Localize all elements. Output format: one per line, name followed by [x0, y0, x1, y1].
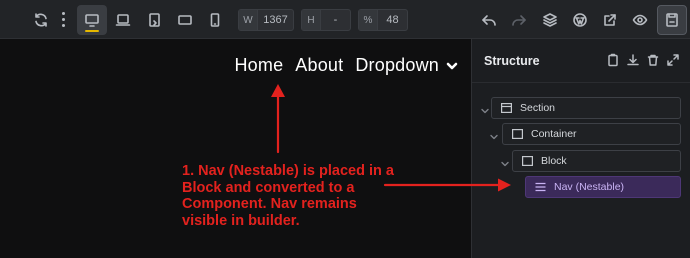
- mobile-breakpoint-button[interactable]: [203, 8, 227, 32]
- width-label: W: [239, 10, 258, 30]
- panel-actions: [600, 53, 680, 67]
- more-options-icon[interactable]: [62, 12, 66, 30]
- external-link-icon[interactable]: [598, 8, 622, 32]
- height-field[interactable]: H -: [301, 9, 351, 31]
- section-icon: [501, 103, 512, 113]
- tree-item-block[interactable]: Block: [512, 150, 681, 172]
- chevron-down-icon[interactable]: [445, 59, 459, 73]
- expand-icon[interactable]: [666, 53, 680, 67]
- download-icon[interactable]: [626, 53, 640, 67]
- clipboard-icon[interactable]: [606, 53, 620, 67]
- scale-label: %: [359, 10, 378, 30]
- block-icon: [522, 156, 533, 166]
- laptop-breakpoint-button[interactable]: [111, 8, 135, 32]
- scale-field[interactable]: % 48: [358, 9, 408, 31]
- chevron-down-icon[interactable]: [480, 103, 490, 114]
- tree-item-label: Container: [531, 128, 577, 140]
- tree-item-label: Block: [541, 155, 567, 167]
- chevron-down-icon[interactable]: [500, 156, 510, 167]
- mobile-icon: [210, 13, 220, 27]
- preview-eye-icon[interactable]: [628, 8, 652, 32]
- container-icon: [512, 129, 523, 139]
- width-field[interactable]: W 1367: [238, 9, 294, 31]
- width-value[interactable]: 1367: [258, 14, 293, 26]
- tree-item-section[interactable]: Section: [491, 97, 681, 119]
- scale-value[interactable]: 48: [378, 14, 407, 26]
- height-value[interactable]: -: [321, 14, 350, 26]
- nav-nestable[interactable]: Home About Dropdown: [222, 55, 459, 76]
- tree-item-container[interactable]: Container: [502, 123, 681, 145]
- undo-icon[interactable]: [477, 8, 501, 32]
- save-icon[interactable]: [657, 5, 687, 35]
- laptop-icon: [115, 14, 131, 26]
- panel-title: Structure: [484, 54, 540, 68]
- top-toolbar: W 1367 H - % 48: [0, 0, 690, 39]
- tablet-icon: [178, 15, 192, 25]
- redo-icon[interactable]: [507, 8, 531, 32]
- tree-item-label: Nav (Nestable): [554, 181, 625, 193]
- active-breakpoint-indicator: [85, 30, 99, 32]
- panel-divider: [472, 82, 690, 83]
- refresh-icon[interactable]: [29, 8, 53, 32]
- nav-item-about[interactable]: About: [295, 55, 343, 76]
- desktop-icon: [85, 14, 99, 27]
- nav-item-home[interactable]: Home: [234, 55, 283, 76]
- nav-menu-icon: [535, 182, 546, 192]
- layers-icon[interactable]: [538, 8, 562, 32]
- tree-item-label: Section: [520, 102, 556, 114]
- tablet-rotate-icon: [149, 13, 160, 27]
- tablet-breakpoint-button[interactable]: [173, 8, 197, 32]
- wordpress-icon[interactable]: [568, 8, 592, 32]
- annotation-text: 1. Nav (Nestable) is placed in a Block a…: [182, 163, 394, 229]
- desktop-breakpoint-button[interactable]: [77, 5, 107, 35]
- nav-item-dropdown[interactable]: Dropdown: [355, 55, 439, 76]
- tree-item-nav-nestable[interactable]: Nav (Nestable): [525, 176, 681, 198]
- chevron-down-icon[interactable]: [489, 129, 499, 140]
- tablet-landscape-breakpoint-button[interactable]: [143, 8, 167, 32]
- structure-panel: Structure Section Container Block Nav (N…: [471, 39, 690, 258]
- height-label: H: [302, 10, 321, 30]
- builder-canvas[interactable]: Home About Dropdown 1. Nav (Nestable) is…: [0, 39, 471, 258]
- trash-icon[interactable]: [646, 53, 660, 67]
